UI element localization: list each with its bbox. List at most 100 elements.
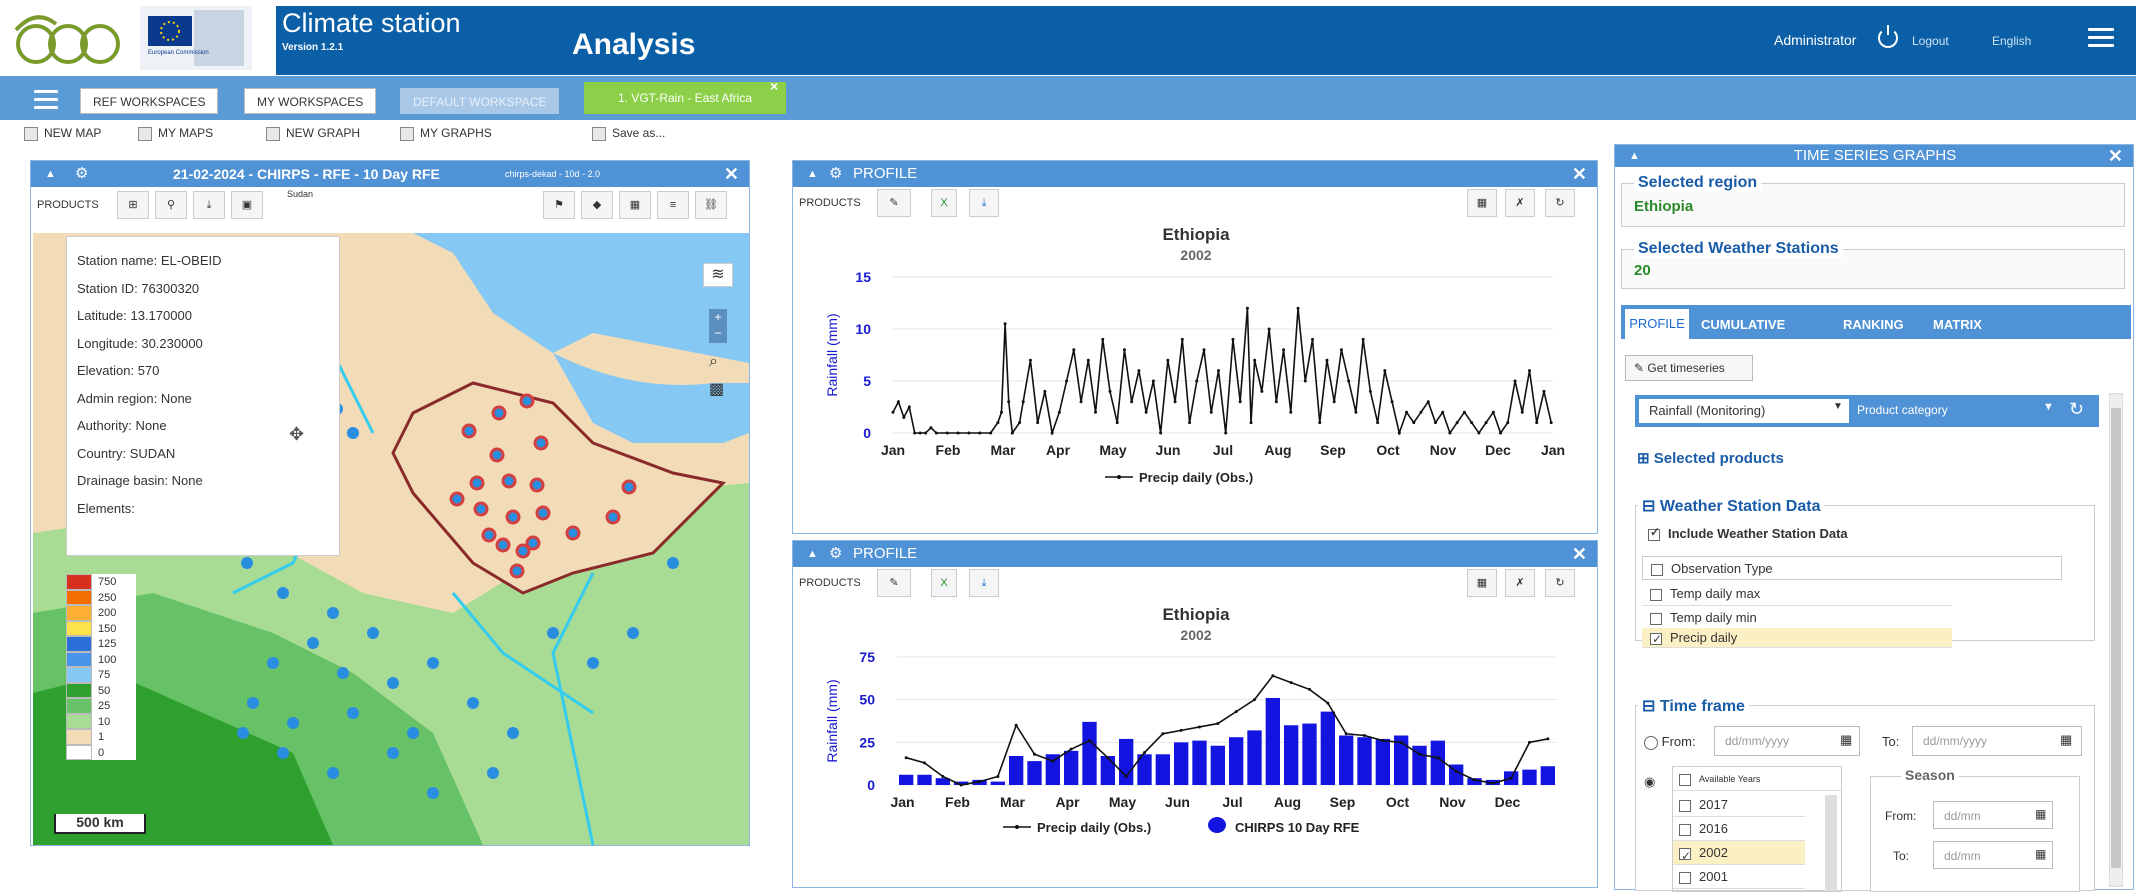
data-point (1448, 431, 1452, 435)
download-png-icon[interactable]: ⤓ (193, 191, 225, 219)
data-point (1339, 348, 1343, 352)
time-frame-label[interactable]: ⊟ Time frame (1638, 696, 1749, 716)
reset-icon[interactable]: ✗ (1505, 189, 1535, 217)
year-row[interactable]: 2001 (1673, 865, 1805, 889)
user-name[interactable]: Administrator (1774, 32, 1856, 48)
graph-settings-icon[interactable]: ✎ (877, 189, 911, 217)
my-maps-button[interactable]: MY MAPS (138, 124, 213, 142)
legend-icon[interactable]: ≡ (657, 191, 689, 219)
calendar-icon[interactable]: ▦ (2035, 807, 2046, 821)
chevron-down-icon[interactable]: ▼ (1833, 401, 1843, 412)
close-tab-icon[interactable]: × (770, 78, 778, 94)
close-icon[interactable]: ✕ (724, 161, 739, 187)
x-tick-label: Dec (1485, 442, 1511, 458)
gear-icon[interactable]: ⚙ (829, 161, 842, 187)
main-toolbar: NEW MAP MY MAPS NEW GRAPH MY GRAPHS Save… (0, 120, 2136, 144)
refresh-icon[interactable]: ↻ (1545, 569, 1575, 597)
download-png-icon[interactable]: ⤓ (969, 189, 999, 217)
x-tick-label: Dec (1495, 794, 1521, 810)
from-radio[interactable]: From: (1644, 734, 1696, 750)
product-category-bar: Rainfall (Monitoring) ▼ Product category… (1635, 395, 2099, 427)
profile-bar-chart[interactable]: 0 25 50 75 Rainfall (mm) Jan Feb Mar Apr May Jun Ju… (793, 641, 1599, 887)
gear-icon[interactable]: ⚙ (829, 541, 842, 567)
close-icon[interactable]: ✕ (1572, 161, 1587, 187)
language-selector[interactable]: English (1992, 34, 2031, 48)
data-point (996, 421, 1000, 425)
page-title: Analysis (572, 28, 696, 61)
close-icon[interactable]: ✕ (1572, 541, 1587, 567)
to-date-input[interactable]: dd/mm/yyyy (1912, 726, 2082, 756)
data-point (1198, 725, 1201, 729)
from-date-input[interactable]: dd/mm/yyyy (1714, 726, 1860, 756)
my-graphs-button[interactable]: MY GRAPHS (400, 124, 492, 142)
years-list[interactable]: Available Years 2017 2016 2002 2001 (1672, 766, 1842, 892)
graph-settings-icon[interactable]: ✎ (877, 569, 911, 597)
category-select[interactable]: Rainfall (Monitoring) (1639, 399, 1849, 423)
checker-icon[interactable]: ▩ (709, 379, 724, 399)
get-timeseries-button[interactable]: ✎ Get timeseries (1625, 355, 1753, 381)
obs-row[interactable]: Temp daily min (1642, 606, 1952, 630)
data-point (1412, 421, 1416, 425)
save-as-button[interactable]: Save as... (592, 124, 665, 142)
time-series-panel: ▲ TIME SERIES GRAPHS ✕ Selected region E… (1614, 144, 2134, 892)
tab-cumulative[interactable]: CUMULATIVE (1701, 317, 1785, 332)
link-icon[interactable]: ⛓ (695, 191, 727, 219)
data-point (1506, 421, 1510, 425)
obs-row[interactable]: Temp daily max (1642, 582, 1952, 606)
flag-icon[interactable]: ⚑ (543, 191, 575, 219)
power-icon[interactable] (1878, 25, 1898, 48)
profile-line-chart[interactable]: 0 5 10 15 Rainfall (mm) Jan Feb Mar Apr May Jun Jul… (793, 261, 1599, 531)
ws-data-label[interactable]: ⊟ Weather Station Data (1638, 496, 1825, 516)
new-map-button[interactable]: NEW MAP (24, 124, 101, 142)
gear-icon[interactable]: ⚙ (75, 161, 88, 187)
data-point (1180, 337, 1184, 341)
calendar-icon[interactable]: ▦ (2035, 847, 2046, 861)
menu-icon[interactable] (2088, 28, 2114, 48)
screen-icon[interactable]: ▦ (1467, 189, 1497, 217)
tab-my-workspaces[interactable]: MY WORKSPACES (244, 88, 377, 114)
calendar-icon[interactable]: ▦ (1840, 732, 1852, 748)
chevron-down-icon[interactable]: ▼ (2043, 401, 2054, 413)
years-scrollbar[interactable] (1825, 795, 1837, 891)
refresh-icon[interactable]: ↻ (2069, 399, 2084, 420)
collapse-icon[interactable]: ▲ (807, 161, 818, 187)
tab-matrix[interactable]: MATRIX (1933, 317, 1982, 332)
tab-default-workspace[interactable]: DEFAULT WORKSPACE (400, 88, 560, 114)
year-row[interactable]: 2016 (1673, 817, 1805, 841)
excel-icon[interactable]: X (931, 569, 957, 597)
include-ws-checkbox[interactable]: Include Weather Station Data (1648, 525, 1848, 541)
reset-icon[interactable]: ✗ (1505, 569, 1535, 597)
download-png-icon[interactable]: ⤓ (969, 569, 999, 597)
year-row-selected[interactable]: 2002 (1673, 841, 1805, 868)
ts-scrollbar[interactable] (2109, 393, 2123, 887)
tab-ranking[interactable]: RANKING (1843, 317, 1904, 332)
add-layer-icon[interactable]: ⊞ (117, 191, 149, 219)
layers-icon[interactable]: ≋ (703, 263, 733, 287)
years-radio[interactable]: ◉ (1644, 774, 1655, 790)
screen-icon[interactable]: ▦ (1467, 569, 1497, 597)
obs-row-selected[interactable]: Precip daily (1642, 628, 1952, 649)
search-icon[interactable]: ⌕ (709, 353, 718, 371)
sidebar-menu-icon[interactable] (34, 90, 58, 109)
close-icon[interactable]: ✕ (2108, 145, 2123, 167)
bar (1430, 740, 1445, 785)
tab-ref-workspaces[interactable]: REF WORKSPACES (80, 88, 219, 114)
tab-active-workspace[interactable]: 1. VGT-Rain - East Africa (584, 82, 786, 114)
excel-icon[interactable]: X (931, 189, 957, 217)
africa-icon[interactable]: ◆ (581, 191, 613, 219)
selected-products-toggle[interactable]: ⊞ Selected products (1637, 449, 1784, 467)
collapse-icon[interactable]: ▲ (45, 161, 56, 187)
collapse-icon[interactable]: ▲ (807, 541, 818, 567)
logout-link[interactable]: Logout (1912, 34, 1949, 48)
screen-icon[interactable]: ▦ (619, 191, 651, 219)
zoom-control[interactable]: + − (709, 309, 727, 343)
refresh-icon[interactable]: ↻ (1545, 189, 1575, 217)
year-row[interactable]: 2017 (1673, 793, 1805, 817)
satellite-icon[interactable]: ⚲ (155, 191, 187, 219)
data-point (891, 410, 895, 414)
tab-profile[interactable]: PROFILE (1625, 309, 1689, 339)
save-map-icon[interactable]: ▣ (231, 191, 263, 219)
move-icon[interactable]: ✥ (289, 421, 304, 449)
new-graph-button[interactable]: NEW GRAPH (266, 124, 360, 142)
calendar-icon[interactable]: ▦ (2060, 732, 2072, 748)
